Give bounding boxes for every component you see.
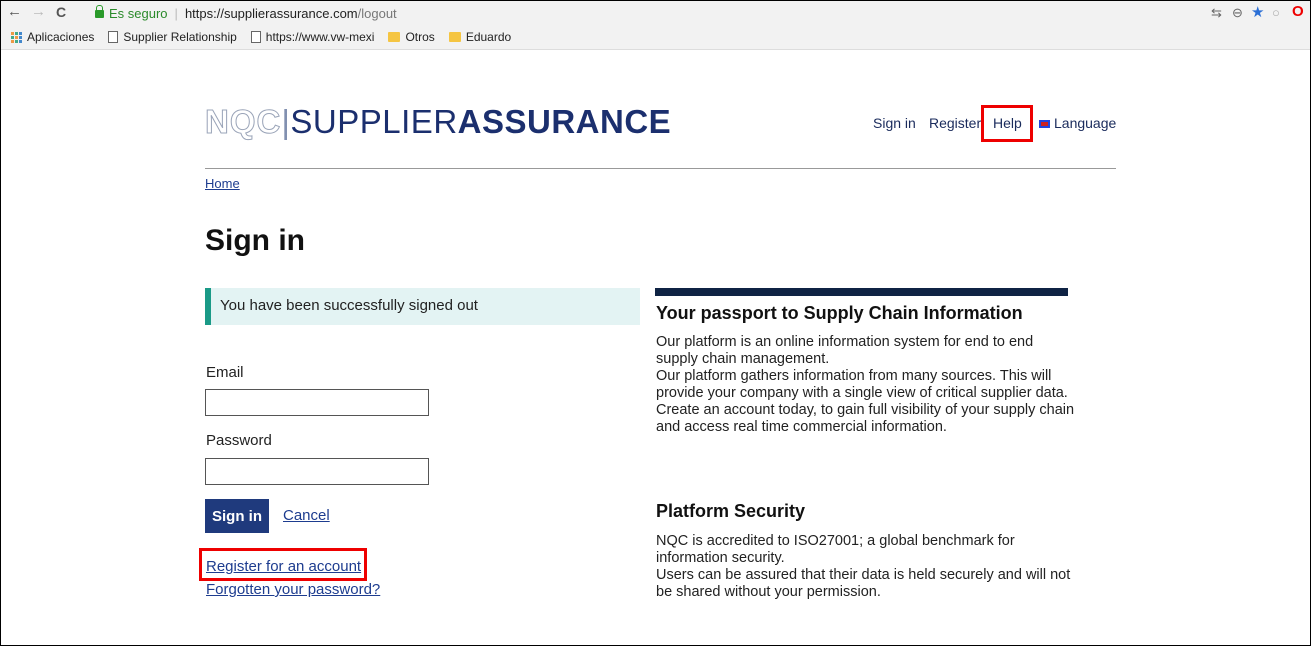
nav-language-label: Language (1054, 115, 1117, 131)
bookmark-apps[interactable]: Aplicaciones (11, 30, 94, 44)
email-label: Email (206, 364, 244, 381)
security-paragraph: Users can be assured that their data is … (656, 567, 1071, 600)
bookmark-item[interactable]: Supplier Relationship (108, 30, 237, 44)
address-bar[interactable]: Es seguro | https://supplierassurance.co… (95, 3, 1205, 23)
info-paragraph: Our platform gathers information from ma… (656, 368, 1068, 401)
zoom-icon[interactable]: ⊖ (1232, 5, 1243, 21)
password-label: Password (206, 432, 272, 449)
reload-button[interactable]: C (56, 4, 66, 20)
bookmark-label: https://www.vw-mexi (265, 30, 375, 44)
translate-icon[interactable]: ⇆ (1211, 5, 1222, 21)
register-link[interactable]: Register for an account (206, 558, 361, 575)
info-heading-passport: Your passport to Supply Chain Informatio… (656, 303, 1023, 323)
cancel-link[interactable]: Cancel (283, 507, 330, 524)
bookmark-folder[interactable]: Otros (388, 30, 435, 44)
alert-text: You have been successfully signed out (220, 297, 478, 314)
page-icon (250, 31, 261, 43)
logo-supplier: SUPPLIER (290, 103, 458, 140)
secure-label: Es seguro (109, 5, 168, 21)
opera-icon[interactable]: O (1292, 3, 1304, 20)
page-title: Sign in (205, 224, 305, 257)
url-path: /logout (357, 5, 397, 21)
apps-grid-icon (11, 31, 22, 43)
bookmark-star-icon[interactable]: ★ (1251, 3, 1264, 21)
bookmark-label: Aplicaciones (27, 30, 95, 44)
bookmark-label: Eduardo (465, 30, 512, 44)
info-panel-bar (655, 288, 1068, 296)
signout-alert: You have been successfully signed out (205, 288, 640, 325)
breadcrumb-home[interactable]: Home (205, 176, 240, 191)
extension-icon[interactable]: ○ (1272, 5, 1280, 20)
info-heading-security: Platform Security (656, 501, 806, 521)
folder-icon (388, 32, 401, 42)
bookmark-item[interactable]: https://www.vw-mexi (250, 30, 375, 44)
sign-in-button[interactable]: Sign in (205, 499, 269, 533)
nav-register[interactable]: Register (929, 115, 981, 131)
nav-sign-in[interactable]: Sign in (873, 115, 916, 131)
lock-icon (95, 5, 104, 18)
bookmark-label: Supplier Relationship (123, 30, 237, 44)
nav-language[interactable]: Language (1039, 115, 1116, 131)
forward-button[interactable]: → (31, 3, 46, 20)
address-divider: | (174, 5, 178, 21)
back-button[interactable]: ← (7, 3, 22, 20)
password-field[interactable] (205, 458, 429, 485)
bookmark-label: Otros (405, 30, 435, 44)
site-logo[interactable]: NQC|SUPPLIERASSURANCE (204, 103, 672, 141)
info-paragraph: Create an account today, to gain full vi… (656, 402, 1075, 435)
bookmarks-bar: Aplicaciones Supplier Relationship https… (1, 25, 1310, 50)
header-divider (205, 168, 1116, 169)
email-field[interactable] (205, 389, 429, 416)
page-icon (108, 31, 119, 43)
url-host: https://supplierassurance.com (184, 5, 358, 21)
browser-toolbar: ← → C Es seguro | https://supplierassura… (1, 1, 1310, 25)
security-text: NQC is accredited to ISO27001; a global … (656, 533, 1076, 601)
logo-assurance: ASSURANCE (457, 103, 672, 140)
security-paragraph: NQC is accredited to ISO27001; a global … (656, 533, 1015, 566)
uk-flag-icon (1039, 120, 1050, 128)
info-paragraph: Our platform is an online information sy… (656, 334, 1034, 367)
info-text: Our platform is an online information sy… (656, 334, 1076, 436)
folder-icon (448, 32, 461, 42)
bookmark-folder[interactable]: Eduardo (448, 30, 512, 44)
forgot-password-link[interactable]: Forgotten your password? (206, 581, 380, 598)
logo-nqc: NQC (204, 103, 282, 141)
nav-help[interactable]: Help (993, 115, 1022, 131)
